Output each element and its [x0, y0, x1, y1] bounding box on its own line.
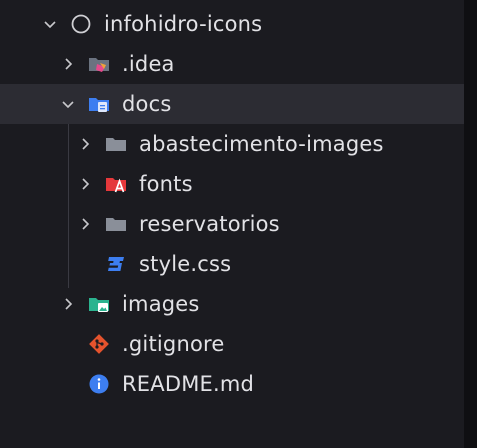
item-label: .gitignore: [122, 332, 225, 356]
item-label: .idea: [122, 52, 175, 76]
item-label: fonts: [139, 172, 193, 196]
panel-edge: [464, 0, 477, 448]
folder-icon: [105, 133, 127, 155]
chevron-right-icon[interactable]: [58, 54, 78, 74]
tree-item-docs[interactable]: docs: [0, 84, 464, 124]
folder-icon: [105, 213, 127, 235]
info-icon: [88, 373, 110, 395]
item-label: README.md: [122, 372, 255, 396]
item-label: style.css: [139, 252, 232, 276]
css-file-icon: [105, 253, 127, 275]
images-folder-icon: [88, 293, 110, 315]
tree-item-style-css[interactable]: style.css: [0, 244, 464, 284]
tree-item-reservatorios[interactable]: reservatorios: [0, 204, 464, 244]
tree-item-readme[interactable]: README.md: [0, 364, 464, 404]
chevron-right-icon[interactable]: [75, 134, 95, 154]
docs-folder-icon: [88, 93, 110, 115]
item-label: reservatorios: [139, 212, 280, 236]
root-label: infohidro-icons: [104, 12, 263, 36]
item-label: abastecimento-images: [139, 132, 384, 156]
idea-folder-icon: [88, 53, 110, 75]
circle-icon: [70, 13, 92, 35]
fonts-folder-icon: [105, 173, 127, 195]
git-icon: [88, 333, 110, 355]
tree-item-images[interactable]: images: [0, 284, 464, 324]
chevron-right-icon[interactable]: [58, 294, 78, 314]
item-label: docs: [122, 92, 172, 116]
chevron-right-icon[interactable]: [75, 174, 95, 194]
file-tree: infohidro-icons .idea docs abastecimento…: [0, 4, 464, 404]
file-explorer-panel: infohidro-icons .idea docs abastecimento…: [0, 0, 464, 448]
chevron-down-icon[interactable]: [58, 94, 78, 114]
chevron-down-icon[interactable]: [40, 14, 60, 34]
chevron-right-icon[interactable]: [75, 214, 95, 234]
item-label: images: [122, 292, 200, 316]
tree-root-infohidro-icons[interactable]: infohidro-icons: [0, 4, 464, 44]
tree-item-abastecimento-images[interactable]: abastecimento-images: [0, 124, 464, 164]
tree-item-gitignore[interactable]: .gitignore: [0, 324, 464, 364]
tree-item-fonts[interactable]: fonts: [0, 164, 464, 204]
tree-item-idea[interactable]: .idea: [0, 44, 464, 84]
